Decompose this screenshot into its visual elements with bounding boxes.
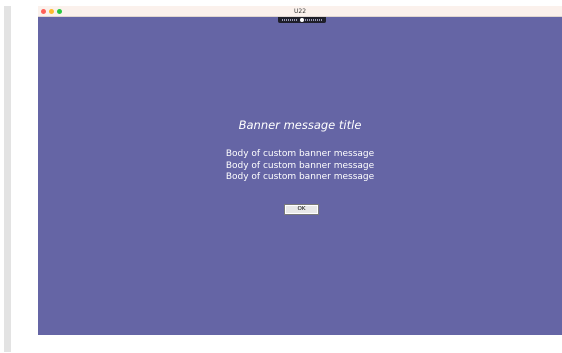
ok-button[interactable]: OK — [284, 204, 319, 215]
banner-body: Body of custom banner message Body of cu… — [38, 149, 562, 184]
banner-title: Banner message title — [238, 118, 362, 132]
app-window: U22 Banner message title Body of custom … — [38, 6, 562, 335]
left-edge-panel — [4, 6, 11, 352]
banner-body-line: Body of custom banner message — [225, 172, 375, 182]
banner-panel: Banner message title Body of custom bann… — [38, 6, 562, 335]
banner-body-line: Body of custom banner message — [225, 160, 375, 171]
banner-body-line: Body of custom banner message — [225, 149, 375, 159]
desktop: U22 Banner message title Body of custom … — [0, 0, 562, 353]
